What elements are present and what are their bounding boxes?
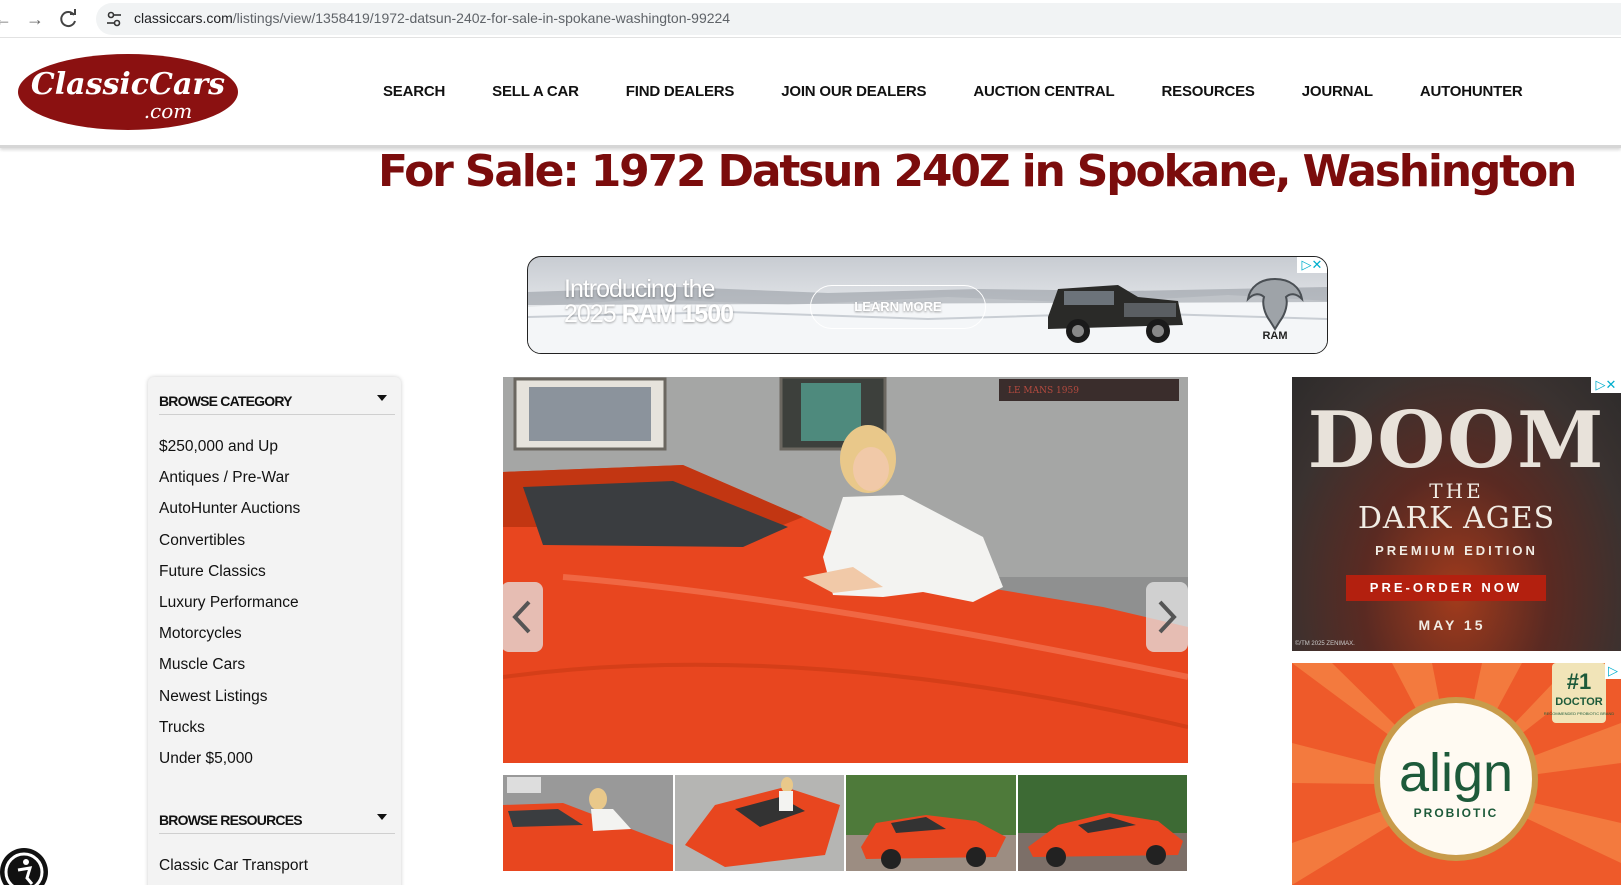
align-brand-text: align (1399, 743, 1513, 803)
doom-ad-subtitle: DARK AGES (1357, 501, 1556, 536)
thumbnail[interactable] (503, 775, 673, 871)
svg-text:.com: .com (144, 99, 193, 123)
site-logo[interactable]: ClassicCars .com (18, 54, 238, 130)
truck-image (1038, 267, 1188, 349)
url-path: /listings/view/1358419/1972-datsun-240z-… (232, 10, 731, 26)
gallery-next-button[interactable] (1146, 582, 1188, 652)
resource-item[interactable]: Classic Car Transport (159, 856, 308, 885)
browse-resources-header[interactable]: BROWSE RESOURCES (159, 804, 395, 834)
chevron-right-icon (1158, 600, 1177, 634)
page-title: For Sale: 1972 Datsun 240Z in Spokane, W… (378, 146, 1577, 197)
category-item[interactable]: Luxury Performance (159, 593, 300, 624)
address-bar[interactable]: classiccars.com/listings/view/1358419/19… (96, 3, 1621, 35)
photo-banner-text: LE MANS 1959 (1008, 386, 1079, 396)
browse-category-heading: BROWSE CATEGORY (159, 393, 292, 409)
ram-banner-ad[interactable]: Introducing the 2025 RAM 1500 LEARN MORE… (527, 256, 1328, 354)
doom-ad-edition: PREMIUM EDITION (1375, 543, 1538, 558)
ad-intro-year: 2025 (564, 300, 617, 328)
site-settings-icon[interactable] (102, 7, 126, 31)
back-icon[interactable]: ← (0, 6, 16, 32)
main-photo[interactable]: LE MANS 1959 (503, 377, 1188, 763)
doom-ad-the: THE (1429, 479, 1484, 503)
nav-resources[interactable]: RESOURCES (1162, 83, 1255, 100)
thumbnail[interactable] (1017, 775, 1187, 871)
category-item[interactable]: Future Classics (159, 562, 300, 593)
doom-ad-title: DOOM (1307, 395, 1606, 486)
learn-more-button[interactable]: LEARN MORE (810, 285, 986, 329)
nav-auction-central[interactable]: AUCTION CENTRAL (973, 83, 1114, 100)
badge-doctor: DOCTOR (1555, 696, 1603, 708)
ram-logo-icon: RAM (1240, 271, 1310, 342)
main-nav: SEARCH SELL A CAR FIND DEALERS JOIN OUR … (383, 83, 1570, 100)
accessibility-icon[interactable] (0, 848, 48, 885)
ram-brand-text: RAM (1262, 330, 1287, 341)
chevron-down-icon[interactable] (377, 395, 387, 401)
nav-join-our-dealers[interactable]: JOIN OUR DEALERS (781, 83, 926, 100)
category-item[interactable]: Convertibles (159, 531, 300, 562)
url-text: classiccars.com/listings/view/1358419/19… (134, 10, 730, 26)
category-item[interactable]: Trucks (159, 718, 300, 749)
nav-journal[interactable]: JOURNAL (1302, 83, 1373, 100)
category-item[interactable]: Muscle Cars (159, 655, 300, 686)
forward-icon[interactable]: → (22, 6, 48, 32)
ad-intro-text: Introducing the 2025 RAM 1500 (564, 275, 734, 328)
category-list: $250,000 and Up Antiques / Pre-War AutoH… (159, 437, 300, 780)
category-item[interactable]: $250,000 and Up (159, 437, 300, 468)
category-item[interactable]: Under $5,000 (159, 749, 300, 780)
svg-text:ClassicCars: ClassicCars (31, 67, 225, 102)
thumbnail[interactable] (846, 775, 1016, 871)
align-ad[interactable]: align PROBIOTIC #1 DOCTOR RECOMMENDED PR… (1292, 663, 1621, 885)
nav-find-dealers[interactable]: FIND DEALERS (626, 83, 735, 100)
browse-resources-heading: BROWSE RESOURCES (159, 812, 303, 828)
thumbnail[interactable] (674, 775, 844, 871)
badge-rank: #1 (1567, 669, 1591, 694)
resources-list: Classic Car Transport (159, 856, 308, 885)
preorder-button[interactable]: PRE-ORDER NOW (1346, 575, 1546, 601)
gallery-prev-button[interactable] (503, 582, 543, 652)
category-item[interactable]: Antiques / Pre-War (159, 468, 300, 499)
align-sub-text: PROBIOTIC (1414, 806, 1499, 820)
chevron-left-icon (512, 600, 531, 634)
nav-autohunter[interactable]: AUTOHUNTER (1420, 83, 1523, 100)
category-item[interactable]: Newest Listings (159, 687, 300, 718)
adchoices-icon[interactable]: ▷✕ (1297, 257, 1327, 273)
nav-sell-a-car[interactable]: SELL A CAR (492, 83, 579, 100)
url-domain: classiccars.com (134, 10, 233, 26)
nav-search[interactable]: SEARCH (383, 83, 445, 100)
site-header: ClassicCars .com SEARCH SELL A CAR FIND … (0, 38, 1621, 148)
ad-intro-model: RAM 1500 (621, 300, 734, 328)
chevron-down-icon[interactable] (377, 814, 387, 820)
adchoices-icon[interactable]: ▷✕ (1591, 377, 1621, 393)
doom-ad-legal: ©/TM 2025 ZENIMAX. (1295, 641, 1355, 647)
adchoices-icon[interactable]: ▷ (1605, 663, 1621, 679)
badge-small-text: RECOMMENDED PROBIOTIC BRAND (1544, 711, 1615, 716)
category-item[interactable]: Motorcycles (159, 624, 300, 655)
doom-ad-date: MAY 15 (1418, 617, 1486, 633)
ad-intro-line: Introducing the (564, 275, 715, 303)
browse-category-header[interactable]: BROWSE CATEGORY (159, 385, 395, 415)
browser-toolbar: ← → classiccars.com/listings/view/135841… (0, 0, 1621, 38)
reload-icon[interactable] (56, 6, 82, 32)
thumbnail-strip (503, 775, 1189, 871)
doom-ad[interactable]: DOOM THE DARK AGES PREMIUM EDITION PRE-O… (1292, 377, 1621, 651)
category-item[interactable]: AutoHunter Auctions (159, 499, 300, 530)
sidebar: BROWSE CATEGORY $250,000 and Up Antiques… (148, 377, 401, 885)
